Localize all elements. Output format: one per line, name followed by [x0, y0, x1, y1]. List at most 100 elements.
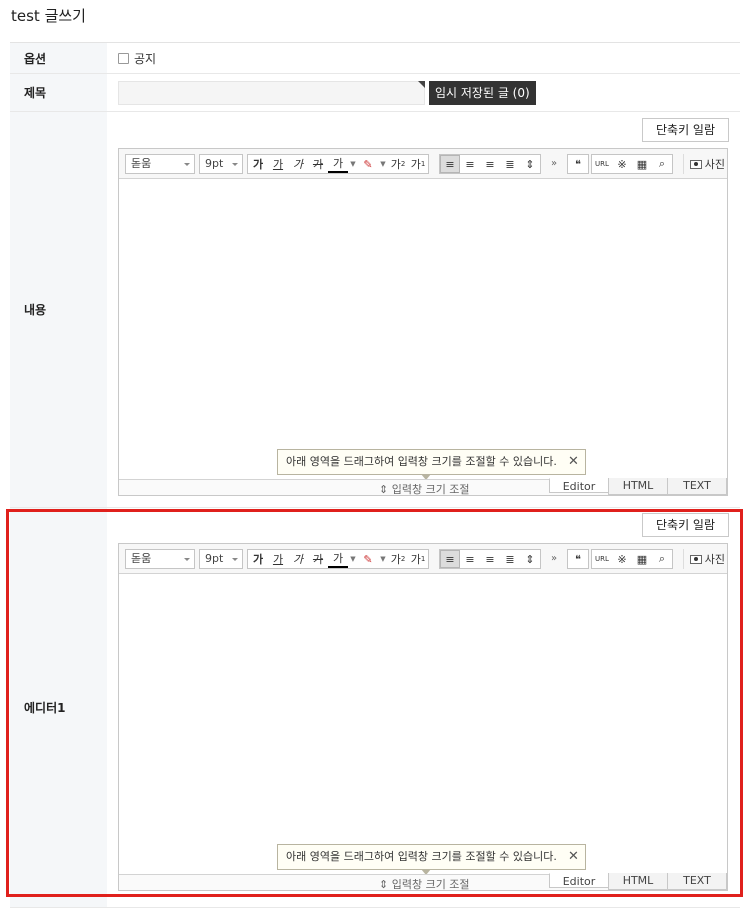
close-icon[interactable]: ✕: [568, 845, 579, 869]
table-icon[interactable]: ▦: [632, 155, 652, 173]
font-color-button[interactable]: 가: [328, 155, 348, 173]
title-input[interactable]: [118, 81, 425, 105]
tab-editor[interactable]: Editor: [549, 873, 609, 888]
close-icon[interactable]: ✕: [568, 450, 579, 474]
quote-icon[interactable]: ❝: [568, 155, 588, 173]
special-char-icon[interactable]: ※: [612, 155, 632, 173]
superscript-button[interactable]: 가2: [388, 155, 408, 173]
editor1: 단축키 일람 돋움 9pt 가 가 가 가 가 ▼ ✎ ▼ 가 2 가 1 ≡ …: [117, 513, 729, 897]
quote-icon[interactable]: ❝: [568, 550, 588, 568]
align-group: ≡ ≡ ≡ ≣ ⇕: [439, 154, 541, 174]
editor-toolbar: 돋움 9pt 가 가 가 가 가 ▼ ✎ ▼ 가2 가1 ≡ ≡ ≡ ≣ ⇕ »…: [119, 149, 727, 179]
tab-html[interactable]: HTML: [608, 873, 668, 890]
row-content: 내용 단축키 일람 돋움 9pt 가 가 가 가 가 ▼ ✎ ▼ 가 2 가 1…: [10, 112, 740, 508]
size-select[interactable]: 9pt: [199, 154, 243, 174]
highlight-color-button[interactable]: ✎: [358, 550, 378, 568]
align-left-icon[interactable]: ≡: [440, 550, 460, 568]
highlight-color-button[interactable]: ✎: [358, 155, 378, 173]
more-tools-icon[interactable]: »: [551, 158, 557, 169]
camera-icon: [689, 159, 702, 169]
shortcut-list-button[interactable]: 단축키 일람: [642, 118, 729, 142]
url-icon[interactable]: URL: [592, 550, 612, 568]
tab-text[interactable]: TEXT: [667, 873, 727, 890]
editor-body[interactable]: 아래 영역을 드래그하여 입력창 크기를 조절할 수 있습니다. ✕ ⇕ 입력창…: [119, 574, 727, 892]
align-left-icon[interactable]: ≡: [440, 155, 460, 173]
resize-label[interactable]: ⇕ 입력창 크기 조절: [379, 481, 470, 497]
strike-button[interactable]: 가: [308, 550, 328, 568]
editor-frame: 돋움 9pt 가 가 가 가 가 ▼ ✎ ▼ 가2 가1 ≡ ≡ ≡ ≣ ⇕ »…: [118, 148, 728, 496]
format-group: 가 가 가 가 가 ▼ ✎ ▼ 가2 가1: [247, 154, 429, 174]
highlight-dropdown[interactable]: ▼: [378, 550, 388, 568]
editor1-label: 에디터1: [10, 508, 107, 907]
resize-label[interactable]: ⇕ 입력창 크기 조절: [379, 876, 470, 892]
tab-editor[interactable]: Editor: [549, 478, 609, 493]
italic-button[interactable]: 가: [288, 155, 308, 173]
editor-toolbar: 돋움 9pt 가 가 가 가 가 ▼ ✎ ▼ 가2 가1 ≡ ≡ ≡ ≣ ⇕ »…: [119, 544, 727, 574]
line-height-icon[interactable]: ⇕: [520, 550, 540, 568]
row-editor1: 에디터1 단축키 일람 돋움 9pt 가 가 가 가 가 ▼ ✎ ▼ 가 2 가…: [10, 508, 740, 908]
option-label: 옵션: [10, 43, 107, 73]
tab-text[interactable]: TEXT: [667, 478, 727, 495]
notice-checkbox-label[interactable]: 공지: [134, 50, 156, 67]
title-label: 제목: [10, 74, 107, 111]
font-color-dropdown[interactable]: ▼: [348, 550, 358, 568]
align-justify-icon[interactable]: ≣: [500, 550, 520, 568]
page-title: test 글쓰기: [11, 7, 86, 25]
subscript-button[interactable]: 가1: [408, 155, 428, 173]
bold-button[interactable]: 가: [248, 550, 268, 568]
format-group: 가 가 가 가 가 ▼ ✎ ▼ 가2 가1: [247, 549, 429, 569]
chevron-down-icon: [232, 163, 238, 166]
align-justify-icon[interactable]: ≣: [500, 155, 520, 173]
chevron-down-icon: [184, 163, 190, 166]
mode-tabs: Editor HTML TEXT: [549, 478, 727, 495]
subscript-button[interactable]: 가1: [408, 550, 428, 568]
line-height-icon[interactable]: ⇕: [520, 155, 540, 173]
corner-marker: [418, 81, 425, 88]
align-group: ≡ ≡ ≡ ≣ ⇕: [439, 549, 541, 569]
insert-group: URL ※ ▦ ⌕: [591, 154, 673, 174]
mode-tabs: Editor HTML TEXT: [549, 873, 727, 890]
resize-tooltip: 아래 영역을 드래그하여 입력창 크기를 조절할 수 있습니다. ✕: [277, 844, 586, 875]
photo-button[interactable]: 사진: [682, 549, 725, 569]
bold-button[interactable]: 가: [248, 155, 268, 173]
font-color-button[interactable]: 가: [328, 550, 348, 568]
resize-tooltip: 아래 영역을 드래그하여 입력창 크기를 조절할 수 있습니다. ✕: [277, 449, 586, 480]
table-icon[interactable]: ▦: [632, 550, 652, 568]
font-select[interactable]: 돋움: [125, 154, 195, 174]
font-select[interactable]: 돋움: [125, 549, 195, 569]
temp-saved-button[interactable]: 임시 저장된 글 (0): [429, 81, 536, 105]
shortcut-list-button[interactable]: 단축키 일람: [642, 513, 729, 537]
size-select[interactable]: 9pt: [199, 549, 243, 569]
photo-button[interactable]: 사진: [682, 154, 725, 174]
resize-bar[interactable]: ⇕ 입력창 크기 조절 Editor HTML TEXT: [119, 873, 727, 892]
underline-button[interactable]: 가: [268, 550, 288, 568]
content-editor: 단축키 일람 돋움 9pt 가 가 가 가 가 ▼ ✎ ▼ 가 2 가 1 ≡ …: [117, 118, 729, 502]
special-char-icon[interactable]: ※: [612, 550, 632, 568]
chevron-down-icon: [232, 558, 238, 561]
quote-group: ❝: [567, 549, 589, 569]
tab-html[interactable]: HTML: [608, 478, 668, 495]
insert-group: URL ※ ▦ ⌕: [591, 549, 673, 569]
camera-icon: [689, 554, 702, 564]
editor-body[interactable]: 아래 영역을 드래그하여 입력창 크기를 조절할 수 있습니다. ✕ ⇕ 입력창…: [119, 179, 727, 497]
superscript-button[interactable]: 가2: [388, 550, 408, 568]
quote-group: ❝: [567, 154, 589, 174]
align-right-icon[interactable]: ≡: [480, 550, 500, 568]
notice-checkbox[interactable]: [118, 53, 129, 64]
more-tools-icon[interactable]: »: [551, 553, 557, 564]
align-right-icon[interactable]: ≡: [480, 155, 500, 173]
highlight-dropdown[interactable]: ▼: [378, 155, 388, 173]
find-icon[interactable]: ⌕: [652, 155, 672, 173]
italic-button[interactable]: 가: [288, 550, 308, 568]
strike-button[interactable]: 가: [308, 155, 328, 173]
resize-bar[interactable]: ⇕ 입력창 크기 조절 Editor HTML TEXT: [119, 478, 727, 497]
align-center-icon[interactable]: ≡: [460, 155, 480, 173]
font-color-dropdown[interactable]: ▼: [348, 155, 358, 173]
find-icon[interactable]: ⌕: [652, 550, 672, 568]
align-center-icon[interactable]: ≡: [460, 550, 480, 568]
url-icon[interactable]: URL: [592, 155, 612, 173]
editor-frame: 돋움 9pt 가 가 가 가 가 ▼ ✎ ▼ 가2 가1 ≡ ≡ ≡ ≣ ⇕ »…: [118, 543, 728, 891]
row-option: 옵션 공지: [10, 43, 740, 74]
write-form: 옵션 공지 제목 임시 저장된 글 (0) 내용 단축키 일람 돋움 9pt 가…: [10, 42, 740, 908]
underline-button[interactable]: 가: [268, 155, 288, 173]
